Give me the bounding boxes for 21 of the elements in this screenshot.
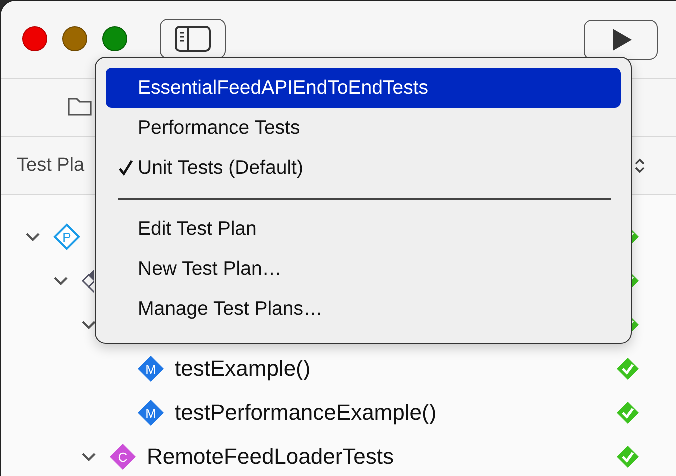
menu-item[interactable]: New Test Plan… bbox=[106, 250, 621, 290]
test-plan-label: Test Pla bbox=[17, 154, 85, 176]
test-name: RemoteFeedLoaderTests bbox=[147, 444, 394, 470]
menu-item[interactable]: EssentialFeedAPIEndToEndTests bbox=[106, 68, 621, 108]
zoom-button[interactable] bbox=[102, 26, 128, 52]
method-icon: M bbox=[137, 355, 165, 383]
menu-item[interactable]: Edit Test Plan bbox=[106, 210, 621, 250]
sidebar-toggle-button[interactable] bbox=[160, 18, 226, 58]
popup-chevron-icon[interactable] bbox=[634, 156, 646, 174]
minimize-button[interactable] bbox=[62, 26, 88, 52]
class-icon: C bbox=[109, 443, 137, 471]
menu-item[interactable]: Unit Tests (Default) bbox=[106, 148, 621, 188]
test-name: testPerformanceExample() bbox=[175, 400, 437, 426]
run-button[interactable] bbox=[584, 20, 658, 60]
test-name: testExample() bbox=[175, 356, 311, 382]
menu-item[interactable]: Manage Test Plans… bbox=[106, 290, 621, 330]
method-icon: M bbox=[137, 399, 165, 427]
plan-icon: P bbox=[53, 223, 81, 251]
sidebar-icon bbox=[174, 24, 212, 52]
close-button[interactable] bbox=[22, 26, 48, 52]
menu-item[interactable]: Performance Tests bbox=[106, 108, 621, 148]
